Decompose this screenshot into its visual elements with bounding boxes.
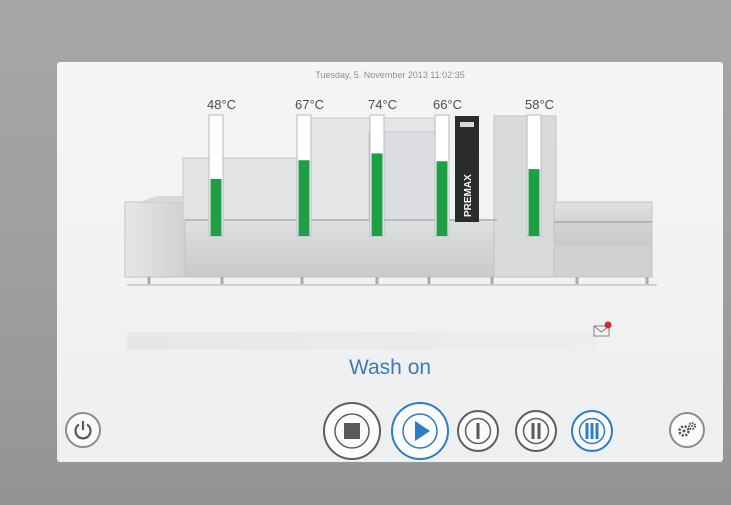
speed-1-button[interactable]: [457, 410, 499, 452]
temperature-level-fill: [528, 169, 540, 236]
power-icon: [74, 421, 92, 440]
play-icon: [402, 413, 438, 449]
status-message: Wash on: [348, 356, 432, 379]
speed-3-icon: [578, 417, 606, 445]
settings-button[interactable]: [669, 412, 705, 448]
speed-2-button[interactable]: [515, 410, 557, 452]
temperature-label: 67°C: [295, 97, 325, 112]
temperature-level-fill: [210, 178, 222, 236]
temperature-label: 58°C: [525, 97, 555, 112]
play-button[interactable]: [391, 402, 449, 460]
temperature-level-fill: [298, 160, 310, 236]
message-alert-icon[interactable]: [593, 320, 613, 340]
temperature-label: 74°C: [368, 97, 398, 112]
touch-screen: Tuesday, 5. November 2013 11:02:35 PREMA…: [57, 62, 723, 462]
speed-2-icon: [522, 417, 550, 445]
brand-label: PREMAX: [463, 174, 474, 217]
info-row: [127, 332, 597, 350]
speed-1-icon: [464, 417, 492, 445]
gears-icon: [678, 422, 696, 437]
temperature-level-fill: [436, 161, 448, 236]
stop-button[interactable]: [323, 402, 381, 460]
power-button[interactable]: [65, 412, 101, 448]
temperature-label: 66°C: [433, 97, 463, 112]
dishwasher-machine-diagram: PREMAX: [124, 114, 657, 286]
temperature-level-fill: [371, 153, 383, 236]
stop-icon: [334, 413, 370, 449]
speed-3-button[interactable]: [571, 410, 613, 452]
temperature-label: 48°C: [207, 97, 237, 112]
